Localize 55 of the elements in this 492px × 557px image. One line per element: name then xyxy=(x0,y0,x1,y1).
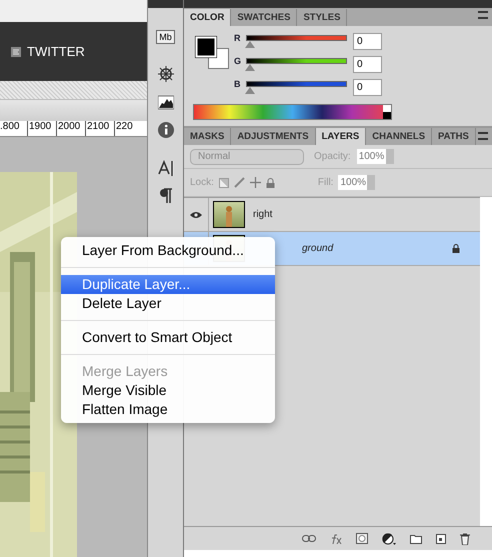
menu-item[interactable]: Flatten Image xyxy=(61,400,275,419)
menu-item[interactable]: Delete Layer xyxy=(61,294,275,313)
mini-bridge-button[interactable]: Mb xyxy=(156,30,175,44)
opacity-label: Opacity: xyxy=(314,150,351,164)
bird-icon xyxy=(11,46,21,57)
channel-label: B xyxy=(234,79,242,89)
layer-thumbnail xyxy=(213,201,245,228)
channel-value-field[interactable]: 0 xyxy=(353,56,382,73)
wheel-icon[interactable] xyxy=(158,66,174,82)
panel-menu-icon[interactable] xyxy=(478,11,488,19)
fx-icon[interactable] xyxy=(330,534,342,544)
channel-slider[interactable] xyxy=(246,81,347,87)
new-layer-icon[interactable] xyxy=(436,534,446,544)
channel-slider[interactable] xyxy=(246,58,347,64)
channel-label: G xyxy=(234,56,242,66)
color-spectrum[interactable] xyxy=(193,104,392,120)
ruler-label: .800 xyxy=(0,121,20,134)
nav-link[interactable]: TWITTER xyxy=(27,42,85,62)
lock-label: Lock: xyxy=(190,176,214,190)
lock-icon[interactable] xyxy=(266,178,275,188)
folder-icon[interactable] xyxy=(410,534,422,544)
info-icon[interactable] xyxy=(158,122,174,138)
menu-item[interactable]: Merge Visible xyxy=(61,381,275,400)
channel-slider[interactable] xyxy=(246,35,347,41)
slider-thumb[interactable] xyxy=(245,41,255,48)
slider-thumb[interactable] xyxy=(245,64,255,71)
mask-icon[interactable] xyxy=(356,533,368,544)
panel-menu-icon[interactable] xyxy=(478,132,488,140)
color-swatches-drawing[interactable] xyxy=(195,36,229,69)
slider-thumb[interactable] xyxy=(245,87,255,94)
trash-icon[interactable] xyxy=(460,532,470,544)
ruler-label: 220 xyxy=(114,121,143,136)
histogram-icon[interactable] xyxy=(158,94,174,110)
menu-item[interactable]: Duplicate Layer... xyxy=(61,275,275,294)
layer-name: right xyxy=(253,208,272,222)
channel-value-field[interactable]: 0 xyxy=(353,33,382,50)
panel-tab[interactable]: LAYERS xyxy=(316,128,366,145)
layer-name: ground xyxy=(302,242,334,256)
channel-label: R xyxy=(234,33,242,43)
ruler-label: 2000 xyxy=(56,121,85,136)
ruler-label: 2100 xyxy=(85,121,114,136)
fill-field[interactable]: 100% xyxy=(338,175,368,190)
eye-icon[interactable] xyxy=(190,210,202,218)
link-icon[interactable] xyxy=(302,535,316,542)
move-icon[interactable] xyxy=(250,177,261,188)
paragraph-icon[interactable] xyxy=(158,188,174,204)
adjustment-icon[interactable] xyxy=(382,532,396,544)
menu-item[interactable]: Convert to Smart Object xyxy=(61,328,275,347)
layer-row[interactable]: right xyxy=(184,198,480,232)
channel-value-field[interactable]: 0 xyxy=(353,79,382,96)
character-icon[interactable] xyxy=(158,160,174,176)
panel-tab[interactable]: COLOR xyxy=(184,9,232,26)
ruler-label: 1900 xyxy=(27,121,56,136)
fill-label: Fill: xyxy=(318,176,334,190)
opacity-field[interactable]: 100% xyxy=(356,149,386,164)
